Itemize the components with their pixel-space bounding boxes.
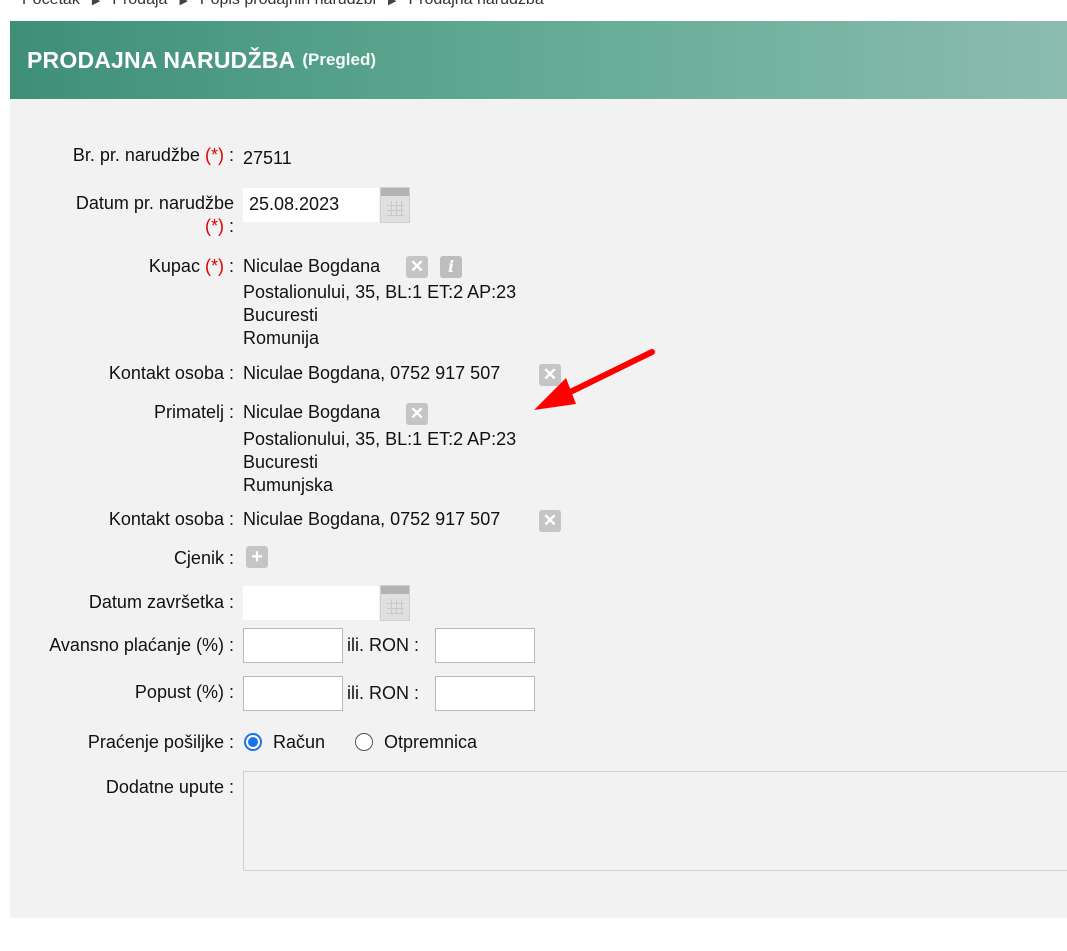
- page-title: PRODAJNA NARUDŽBA: [27, 46, 296, 73]
- breadcrumb-separator-icon: ▶: [388, 0, 397, 7]
- shipment-tracking-label: Praćenje pošiljke :: [87, 732, 234, 752]
- recipient-country: Rumunjska: [243, 475, 334, 495]
- radio-delivery-note[interactable]: [355, 733, 373, 751]
- breadcrumb-item-current: Prodajna narudžba: [409, 0, 544, 8]
- customer-city: Bucuresti: [243, 305, 319, 325]
- advance-percent-input[interactable]: [243, 628, 343, 663]
- advance-or-ron-label: ili. RON :: [347, 635, 420, 655]
- page-header: PRODAJNA NARUDŽBA (Pregled): [10, 21, 1067, 99]
- completion-date-input[interactable]: [243, 586, 379, 620]
- pricelist-label: Cjenik :: [173, 548, 234, 568]
- info-icon[interactable]: i: [440, 256, 462, 278]
- radio-delivery-note-label[interactable]: Otpremnica: [384, 731, 477, 754]
- plus-icon[interactable]: +: [246, 546, 268, 568]
- customer-name: Niculae Bogdana: [243, 256, 381, 276]
- annotation-arrow-icon: [534, 349, 655, 410]
- recipient-city: Bucuresti: [243, 452, 319, 472]
- advance-amount-input[interactable]: [435, 628, 535, 663]
- completion-date-label: Datum završetka :: [88, 592, 234, 612]
- recipient-contact-value: Niculae Bogdana, 0752 917 507: [243, 509, 501, 529]
- customer-label: Kupac (*) :: [148, 256, 234, 276]
- clear-x-icon[interactable]: ✕: [406, 403, 428, 425]
- recipient-label: Primatelj :: [153, 402, 234, 422]
- discount-amount-input[interactable]: [435, 676, 535, 711]
- contact-person-label: Kontakt osoba :: [108, 363, 234, 383]
- calendar-icon[interactable]: [380, 585, 410, 621]
- discount-label: Popust (%) :: [134, 682, 234, 702]
- order-number-value: 27511: [243, 148, 292, 168]
- order-number-label: Br. pr. narudžbe (*) :: [72, 145, 234, 165]
- breadcrumb-item-home[interactable]: Početak: [22, 0, 80, 8]
- breadcrumb-separator-icon: ▶: [179, 0, 188, 7]
- additional-instructions-label: Dodatne upute :: [105, 777, 234, 797]
- breadcrumb-item-order-list[interactable]: Popis prodajnih narudžbi: [200, 0, 376, 8]
- breadcrumb-item-sales[interactable]: Prodaja: [112, 0, 167, 8]
- page-mode: (Pregled): [302, 50, 377, 69]
- customer-address: Postalionului, 35, BL:1 ET:2 AP:23: [243, 282, 517, 302]
- recipient-address: Postalionului, 35, BL:1 ET:2 AP:23: [243, 429, 517, 449]
- discount-or-ron-label: ili. RON :: [347, 683, 420, 703]
- recipient-name: Niculae Bogdana: [243, 402, 381, 422]
- calendar-icon[interactable]: [380, 187, 410, 223]
- order-date-input[interactable]: 25.08.2023: [243, 188, 379, 222]
- breadcrumb: Početak ▶ Prodaja ▶ Popis prodajnih narudžbi…: [22, 0, 544, 9]
- clear-x-icon[interactable]: ✕: [406, 256, 428, 278]
- radio-invoice-label[interactable]: Račun: [273, 731, 325, 754]
- customer-country: Romunija: [243, 328, 320, 348]
- contact-person-value: Niculae Bogdana, 0752 917 507: [243, 363, 501, 383]
- additional-instructions-textarea[interactable]: [243, 771, 1067, 871]
- breadcrumb-separator-icon: ▶: [91, 0, 101, 7]
- radio-invoice[interactable]: [244, 733, 262, 751]
- clear-x-icon[interactable]: ✕: [539, 510, 561, 532]
- order-date-label: Datum pr. narudžbe (*) :: [75, 193, 234, 236]
- recipient-contact-label: Kontakt osoba :: [108, 509, 234, 529]
- discount-percent-input[interactable]: [243, 676, 343, 711]
- advance-payment-label: Avansno plaćanje (%) :: [49, 635, 234, 655]
